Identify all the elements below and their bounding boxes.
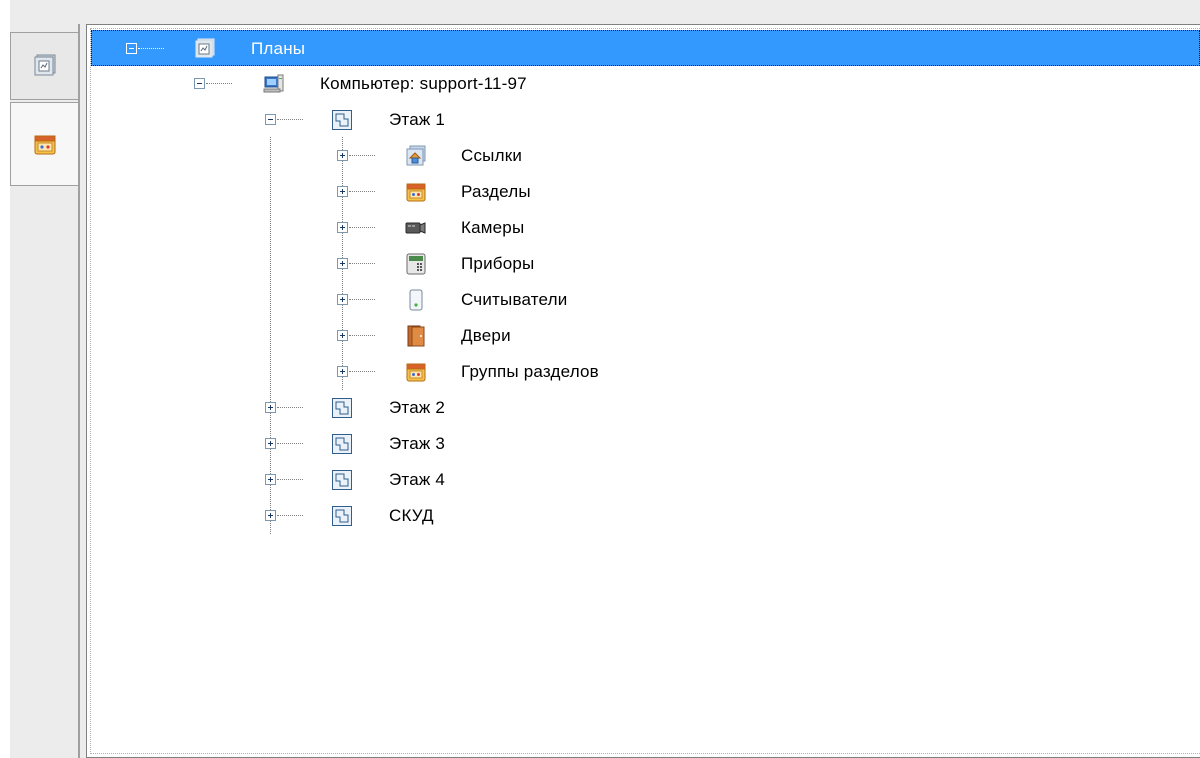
tree-inner: Планы Компьютер: support-11-97 Этаж 1 Сс…: [90, 28, 1200, 754]
plans-icon: [34, 54, 55, 76]
tree-node-doors[interactable]: Двери: [91, 318, 1200, 354]
expand-icon[interactable]: [337, 222, 348, 233]
expand-icon[interactable]: [337, 150, 348, 161]
section-groups-icon: [406, 363, 426, 382]
tree-node-plans[interactable]: Планы: [91, 30, 1200, 66]
tree-connector: [349, 299, 375, 300]
tree-connector: [349, 263, 375, 264]
tree-node-label: Компьютер: support-11-97: [320, 74, 527, 93]
collapse-icon[interactable]: [126, 43, 137, 54]
floor-plan-icon: [332, 470, 352, 490]
tree-node-label: Ссылки: [461, 146, 523, 165]
tree-connector: [277, 479, 303, 480]
expand-icon[interactable]: [265, 474, 276, 485]
expand-icon[interactable]: [265, 438, 276, 449]
floor-plan-icon: [332, 434, 352, 454]
tree-node-floor-1[interactable]: Этаж 1: [91, 102, 1200, 138]
sections-icon: [406, 183, 426, 202]
tree-node-cameras[interactable]: Камеры: [91, 210, 1200, 246]
tree-node-links[interactable]: Ссылки: [91, 138, 1200, 174]
camera-icon: [405, 222, 426, 234]
tree-node-readers[interactable]: Считыватели: [91, 282, 1200, 318]
floor-plan-icon: [332, 398, 352, 418]
door-icon: [407, 325, 425, 347]
tree-view[interactable]: Планы Компьютер: support-11-97 Этаж 1 Сс…: [86, 24, 1200, 758]
sections-icon: [34, 135, 55, 155]
tree-connector: [349, 335, 375, 336]
links-icon: [406, 145, 426, 166]
expand-icon[interactable]: [337, 330, 348, 341]
tree-node-floor-4[interactable]: Этаж 4: [91, 462, 1200, 498]
tree-node-label: Этаж 4: [389, 470, 446, 489]
expand-icon[interactable]: [265, 510, 276, 521]
reader-icon: [409, 289, 423, 311]
tree-connector: [277, 515, 303, 516]
tree-connector: [138, 48, 164, 49]
tree-connector: [206, 83, 232, 84]
plans-icon: [195, 38, 215, 58]
tree-connector: [349, 155, 375, 156]
tree-node-computer[interactable]: Компьютер: support-11-97: [91, 66, 1200, 102]
tree-node-label: Этаж 3: [389, 434, 446, 453]
tree-connector: [277, 407, 303, 408]
tree-node-label: Двери: [461, 326, 511, 345]
left-margin: [0, 0, 10, 758]
tree-node-floor-2[interactable]: Этаж 2: [91, 390, 1200, 426]
tree-node-label: Этаж 2: [389, 398, 446, 417]
expand-icon[interactable]: [337, 294, 348, 305]
tree-connector: [349, 191, 375, 192]
tree-node-label: Этаж 1: [389, 110, 446, 129]
tree-node-label: Разделы: [461, 182, 531, 201]
tree-node-sections[interactable]: Разделы: [91, 174, 1200, 210]
tree-connector: [349, 227, 375, 228]
tree-node-label: Камеры: [461, 218, 525, 237]
expand-icon[interactable]: [337, 186, 348, 197]
tree-node-devices[interactable]: Приборы: [91, 246, 1200, 282]
device-icon: [406, 253, 426, 275]
tree-node-floor-3[interactable]: Этаж 3: [91, 426, 1200, 462]
tree-connector: [277, 119, 303, 120]
tree-node-access-control[interactable]: СКУД: [91, 498, 1200, 534]
tree-node-label: Планы: [251, 39, 306, 58]
collapse-icon[interactable]: [194, 78, 205, 89]
collapse-icon[interactable]: [265, 114, 276, 125]
tree-node-section-groups[interactable]: Группы разделов: [91, 354, 1200, 390]
sections-tab[interactable]: [10, 102, 78, 186]
tree-connector: [349, 371, 375, 372]
tree-node-label: Приборы: [461, 254, 535, 273]
computer-icon: [263, 74, 284, 93]
tree-node-label: Группы разделов: [461, 362, 599, 381]
expand-icon[interactable]: [337, 366, 348, 377]
tree-node-label: Считыватели: [461, 290, 568, 309]
floor-plan-icon: [332, 110, 352, 130]
tree-connector: [277, 443, 303, 444]
floor-plan-icon: [332, 506, 352, 526]
tree-node-label: СКУД: [389, 506, 434, 525]
plans-tab[interactable]: [10, 32, 78, 100]
tab-divider: [78, 24, 80, 758]
expand-icon[interactable]: [265, 402, 276, 413]
expand-icon[interactable]: [337, 258, 348, 269]
